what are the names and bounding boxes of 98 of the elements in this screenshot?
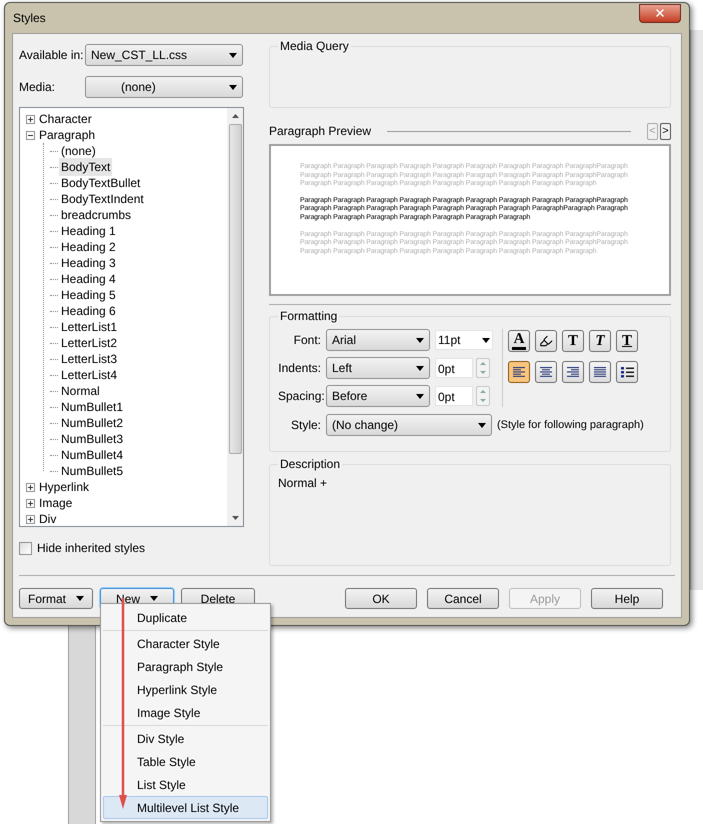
dropdown-caret-icon <box>229 84 237 90</box>
tree-item[interactable]: NumBullet4 <box>59 446 126 464</box>
tree-item[interactable]: BodyTextIndent <box>59 190 146 208</box>
tree-item[interactable]: LetterList4 <box>59 366 120 384</box>
italic-button[interactable]: T <box>589 330 611 352</box>
menu-item[interactable]: Table Style <box>103 750 268 773</box>
tree-item[interactable]: Image <box>37 494 74 512</box>
indents-label: Indents: <box>278 360 321 377</box>
tree-item[interactable]: BodyText <box>59 158 112 176</box>
tree-item[interactable]: Heading 4 <box>59 270 118 288</box>
tree-item[interactable]: NumBullet3 <box>59 430 126 448</box>
tree-item[interactable]: (none) <box>59 142 98 160</box>
dropdown-caret-icon <box>150 596 158 601</box>
align-justify-icon <box>594 366 606 378</box>
dialog-button[interactable]: Help <box>591 588 663 609</box>
expand-icon[interactable] <box>26 482 35 492</box>
available-in-select[interactable]: New_CST_LL.css <box>85 44 243 66</box>
align-left-icon <box>513 366 525 378</box>
next-button[interactable]: > <box>660 122 671 140</box>
menu-item[interactable]: Duplicate <box>103 606 268 629</box>
tree-item[interactable]: NumBullet5 <box>59 462 126 480</box>
dropdown-caret-icon <box>76 596 84 601</box>
tree-item[interactable]: Heading 2 <box>59 238 118 256</box>
group-title: Description <box>278 457 342 471</box>
tree-item[interactable]: LetterList1 <box>59 318 120 336</box>
tree-item[interactable]: Heading 3 <box>59 254 118 272</box>
align-list-button[interactable] <box>616 361 638 383</box>
align-left-button[interactable] <box>508 361 530 383</box>
underline-button[interactable]: T <box>616 330 638 352</box>
align-right-icon <box>567 366 579 378</box>
tree-item[interactable]: Normal <box>59 382 102 400</box>
font-size-select[interactable]: 11pt <box>435 330 493 350</box>
window-title: Styles <box>13 10 47 27</box>
dropdown-caret-icon <box>416 394 424 398</box>
style-label: Style: <box>290 417 321 434</box>
checkbox[interactable] <box>19 542 32 554</box>
dropdown-caret-icon <box>416 338 424 342</box>
dropdown-caret-icon <box>482 338 490 342</box>
align-center-icon <box>540 366 552 378</box>
menu-item[interactable]: Hyperlink Style <box>103 678 268 701</box>
tree-item[interactable]: Paragraph <box>37 126 98 144</box>
expand-icon[interactable] <box>26 514 35 524</box>
tree-item[interactable]: LetterList2 <box>59 334 120 352</box>
dropdown-caret-icon <box>229 52 237 58</box>
tree-item[interactable]: Heading 1 <box>59 222 118 240</box>
dialog-button[interactable]: Format <box>19 588 93 609</box>
highlight-button[interactable] <box>535 330 557 352</box>
scrollbar[interactable] <box>227 108 243 526</box>
align-right-button[interactable] <box>562 361 584 383</box>
dialog-button[interactable]: OK <box>345 588 417 609</box>
tree-item[interactable]: Heading 6 <box>59 302 118 320</box>
dropdown-caret-icon <box>478 422 486 428</box>
description-text: Normal + <box>278 476 328 490</box>
align-center-button[interactable] <box>535 361 557 383</box>
tree-item[interactable]: NumBullet2 <box>59 414 126 432</box>
tree-item[interactable]: Div <box>37 510 58 526</box>
tree-item[interactable]: breadcrumbs <box>59 206 134 224</box>
media-label: Media: <box>19 79 56 96</box>
menu-item[interactable]: List Style <box>103 773 268 796</box>
spacing-select[interactable]: Before <box>326 385 430 407</box>
next-style-select[interactable]: (No change) <box>326 414 492 436</box>
dropdown-caret-icon <box>416 366 424 370</box>
menu-item[interactable]: Image Style <box>103 701 268 724</box>
indent-field[interactable]: 0pt <box>435 358 473 378</box>
group-title: Formatting <box>278 309 340 323</box>
tree-item[interactable]: LetterList3 <box>59 350 120 368</box>
tree-item[interactable]: BodyTextBullet <box>59 174 142 192</box>
color-button[interactable]: A <box>508 330 530 352</box>
bold-button[interactable]: T <box>562 330 584 352</box>
collapse-icon[interactable] <box>26 130 35 140</box>
tree-item[interactable]: NumBullet1 <box>59 398 126 416</box>
preview-title: Paragraph Preview <box>269 123 372 140</box>
available-in-label: Available in: <box>19 47 84 64</box>
menu-item[interactable]: Div Style <box>103 727 268 750</box>
spacing-field[interactable]: 0pt <box>435 386 473 406</box>
highlighter-icon <box>539 334 553 348</box>
menu-item[interactable]: Character Style <box>103 632 268 655</box>
bullet-list-icon <box>620 366 634 378</box>
group-title: Media Query <box>278 39 351 53</box>
checkbox-label: Hide inherited styles <box>37 540 146 557</box>
menu-item[interactable]: Multilevel List Style <box>103 796 268 819</box>
scroll-down-icon[interactable] <box>232 516 238 520</box>
menu-item[interactable]: Paragraph Style <box>103 655 268 678</box>
align-justify-button[interactable] <box>589 361 611 383</box>
dialog-button[interactable]: Cancel <box>427 588 499 609</box>
expand-icon[interactable] <box>26 114 35 124</box>
tree-item[interactable]: Hyperlink <box>37 478 92 496</box>
close-button[interactable] <box>639 4 681 22</box>
style-note: (Style for following paragraph) <box>497 418 644 433</box>
close-icon <box>654 7 666 19</box>
tree-item[interactable]: Character <box>37 110 94 128</box>
media-select[interactable]: (none) <box>85 76 243 98</box>
scroll-up-icon[interactable] <box>232 114 238 118</box>
indents-select[interactable]: Left <box>326 357 430 379</box>
font-label: Font: <box>292 332 321 349</box>
tree-item[interactable]: Heading 5 <box>59 286 118 304</box>
expand-icon[interactable] <box>26 498 35 508</box>
font-select[interactable]: Arial <box>326 329 430 351</box>
